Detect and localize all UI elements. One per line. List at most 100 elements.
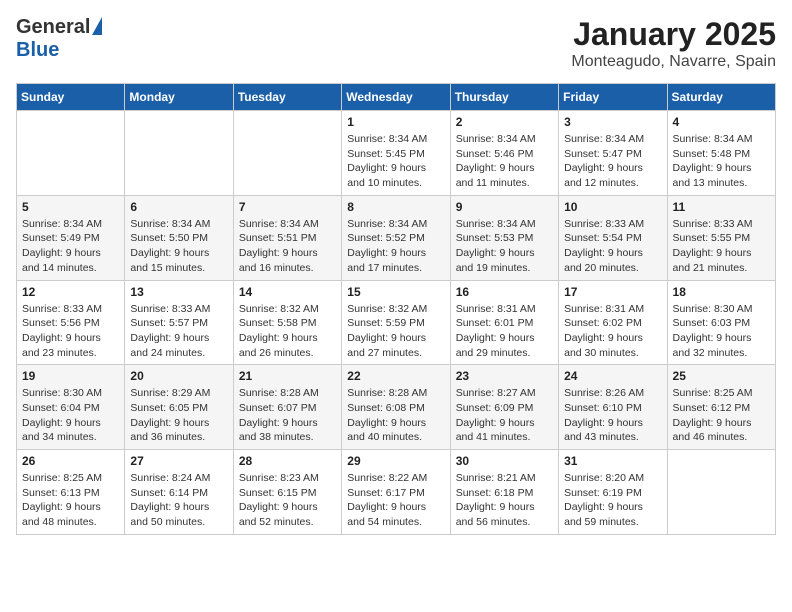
day-number: 11 — [673, 200, 770, 214]
day-info: Sunrise: 8:34 AM Sunset: 5:49 PM Dayligh… — [22, 217, 119, 276]
day-info: Sunrise: 8:30 AM Sunset: 6:03 PM Dayligh… — [673, 302, 770, 361]
day-number: 31 — [564, 454, 661, 468]
day-info: Sunrise: 8:27 AM Sunset: 6:09 PM Dayligh… — [456, 386, 553, 445]
day-info: Sunrise: 8:34 AM Sunset: 5:52 PM Dayligh… — [347, 217, 444, 276]
day-number: 2 — [456, 115, 553, 129]
day-number: 4 — [673, 115, 770, 129]
day-info: Sunrise: 8:29 AM Sunset: 6:05 PM Dayligh… — [130, 386, 227, 445]
day-number: 21 — [239, 369, 336, 383]
calendar-cell: 19 Sunrise: 8:30 AM Sunset: 6:04 PM Dayli… — [17, 365, 125, 450]
calendar-cell: 26Sunrise: 8:25 AM Sunset: 6:13 PM Dayli… — [17, 450, 125, 535]
logo-general-text: General — [16, 16, 90, 39]
page-header: General Blue January 2025 Monteagudo, Na… — [16, 16, 776, 71]
day-number: 16 — [456, 285, 553, 299]
day-info: Sunrise: 8:34 AM Sunset: 5:45 PM Dayligh… — [347, 132, 444, 191]
day-info: Sunrise: 8:33 AM Sunset: 5:54 PM Dayligh… — [564, 217, 661, 276]
calendar-cell: 22 Sunrise: 8:28 AM Sunset: 6:08 PM Dayli… — [342, 365, 450, 450]
calendar-cell: 29 Sunrise: 8:22 AM Sunset: 6:17 PM Dayli… — [342, 450, 450, 535]
calendar-table: SundayMondayTuesdayWednesdayThursdayFrid… — [16, 83, 776, 535]
day-number: 22 — [347, 369, 444, 383]
weekday-header-friday: Friday — [559, 84, 667, 111]
calendar-cell: 27 Sunrise: 8:24 AM Sunset: 6:14 PM Dayli… — [125, 450, 233, 535]
weekday-header-row: SundayMondayTuesdayWednesdayThursdayFrid… — [17, 84, 776, 111]
calendar-cell: 25Sunrise: 8:25 AM Sunset: 6:12 PM Dayli… — [667, 365, 775, 450]
calendar-cell: 10 Sunrise: 8:33 AM Sunset: 5:54 PM Dayli… — [559, 195, 667, 280]
calendar-cell: 13 Sunrise: 8:33 AM Sunset: 5:57 PM Dayli… — [125, 280, 233, 365]
day-number: 13 — [130, 285, 227, 299]
day-number: 8 — [347, 200, 444, 214]
day-info: Sunrise: 8:22 AM Sunset: 6:17 PM Dayligh… — [347, 471, 444, 530]
weekday-header-monday: Monday — [125, 84, 233, 111]
calendar-cell: 17 Sunrise: 8:31 AM Sunset: 6:02 PM Dayli… — [559, 280, 667, 365]
calendar-cell: 21 Sunrise: 8:28 AM Sunset: 6:07 PM Dayli… — [233, 365, 341, 450]
day-number: 28 — [239, 454, 336, 468]
day-number: 17 — [564, 285, 661, 299]
calendar-cell: 2 Sunrise: 8:34 AM Sunset: 5:46 PM Daylig… — [450, 111, 558, 196]
day-info: Sunrise: 8:33 AM Sunset: 5:56 PM Dayligh… — [22, 302, 119, 361]
calendar-week-row: 1 Sunrise: 8:34 AM Sunset: 5:45 PM Daylig… — [17, 111, 776, 196]
calendar-cell: 28Sunrise: 8:23 AM Sunset: 6:15 PM Dayli… — [233, 450, 341, 535]
day-info: Sunrise: 8:34 AM Sunset: 5:47 PM Dayligh… — [564, 132, 661, 191]
calendar-week-row: 26Sunrise: 8:25 AM Sunset: 6:13 PM Dayli… — [17, 450, 776, 535]
calendar-cell: 8 Sunrise: 8:34 AM Sunset: 5:52 PM Daylig… — [342, 195, 450, 280]
day-number: 6 — [130, 200, 227, 214]
title-block: January 2025 Monteagudo, Navarre, Spain — [571, 16, 776, 71]
day-info: Sunrise: 8:33 AM Sunset: 5:57 PM Dayligh… — [130, 302, 227, 361]
calendar-cell: 18Sunrise: 8:30 AM Sunset: 6:03 PM Dayli… — [667, 280, 775, 365]
day-info: Sunrise: 8:24 AM Sunset: 6:14 PM Dayligh… — [130, 471, 227, 530]
calendar-cell: 3Sunrise: 8:34 AM Sunset: 5:47 PM Daylig… — [559, 111, 667, 196]
day-info: Sunrise: 8:20 AM Sunset: 6:19 PM Dayligh… — [564, 471, 661, 530]
day-number: 19 — [22, 369, 119, 383]
calendar-cell: 24 Sunrise: 8:26 AM Sunset: 6:10 PM Dayli… — [559, 365, 667, 450]
logo-triangle-icon — [92, 17, 102, 35]
day-number: 9 — [456, 200, 553, 214]
weekday-header-tuesday: Tuesday — [233, 84, 341, 111]
location-text: Monteagudo, Navarre, Spain — [571, 53, 776, 71]
calendar-cell: 11 Sunrise: 8:33 AM Sunset: 5:55 PM Dayli… — [667, 195, 775, 280]
day-number: 29 — [347, 454, 444, 468]
day-number: 14 — [239, 285, 336, 299]
day-number: 15 — [347, 285, 444, 299]
day-number: 30 — [456, 454, 553, 468]
calendar-cell: 16 Sunrise: 8:31 AM Sunset: 6:01 PM Dayli… — [450, 280, 558, 365]
calendar-cell — [125, 111, 233, 196]
day-info: Sunrise: 8:31 AM Sunset: 6:01 PM Dayligh… — [456, 302, 553, 361]
day-number: 7 — [239, 200, 336, 214]
day-number: 1 — [347, 115, 444, 129]
calendar-cell: 5Sunrise: 8:34 AM Sunset: 5:49 PM Daylig… — [17, 195, 125, 280]
day-info: Sunrise: 8:33 AM Sunset: 5:55 PM Dayligh… — [673, 217, 770, 276]
calendar-cell: 4 Sunrise: 8:34 AM Sunset: 5:48 PM Daylig… — [667, 111, 775, 196]
day-info: Sunrise: 8:34 AM Sunset: 5:50 PM Dayligh… — [130, 217, 227, 276]
calendar-cell: 14 Sunrise: 8:32 AM Sunset: 5:58 PM Dayli… — [233, 280, 341, 365]
day-info: Sunrise: 8:34 AM Sunset: 5:51 PM Dayligh… — [239, 217, 336, 276]
calendar-week-row: 19 Sunrise: 8:30 AM Sunset: 6:04 PM Dayli… — [17, 365, 776, 450]
month-title: January 2025 — [571, 16, 776, 53]
weekday-header-thursday: Thursday — [450, 84, 558, 111]
day-info: Sunrise: 8:34 AM Sunset: 5:48 PM Dayligh… — [673, 132, 770, 191]
calendar-cell: 12 Sunrise: 8:33 AM Sunset: 5:56 PM Dayli… — [17, 280, 125, 365]
day-info: Sunrise: 8:28 AM Sunset: 6:07 PM Dayligh… — [239, 386, 336, 445]
day-number: 12 — [22, 285, 119, 299]
calendar-cell — [233, 111, 341, 196]
calendar-cell: 15 Sunrise: 8:32 AM Sunset: 5:59 PM Dayli… — [342, 280, 450, 365]
day-info: Sunrise: 8:31 AM Sunset: 6:02 PM Dayligh… — [564, 302, 661, 361]
weekday-header-wednesday: Wednesday — [342, 84, 450, 111]
day-number: 24 — [564, 369, 661, 383]
day-info: Sunrise: 8:28 AM Sunset: 6:08 PM Dayligh… — [347, 386, 444, 445]
calendar-cell: 7 Sunrise: 8:34 AM Sunset: 5:51 PM Daylig… — [233, 195, 341, 280]
day-info: Sunrise: 8:32 AM Sunset: 5:58 PM Dayligh… — [239, 302, 336, 361]
day-number: 26 — [22, 454, 119, 468]
calendar-cell: 23Sunrise: 8:27 AM Sunset: 6:09 PM Dayli… — [450, 365, 558, 450]
day-info: Sunrise: 8:30 AM Sunset: 6:04 PM Dayligh… — [22, 386, 119, 445]
calendar-cell: 6 Sunrise: 8:34 AM Sunset: 5:50 PM Daylig… — [125, 195, 233, 280]
calendar-cell: 1 Sunrise: 8:34 AM Sunset: 5:45 PM Daylig… — [342, 111, 450, 196]
weekday-header-sunday: Sunday — [17, 84, 125, 111]
calendar-week-row: 5Sunrise: 8:34 AM Sunset: 5:49 PM Daylig… — [17, 195, 776, 280]
day-info: Sunrise: 8:32 AM Sunset: 5:59 PM Dayligh… — [347, 302, 444, 361]
day-info: Sunrise: 8:26 AM Sunset: 6:10 PM Dayligh… — [564, 386, 661, 445]
day-info: Sunrise: 8:34 AM Sunset: 5:46 PM Dayligh… — [456, 132, 553, 191]
logo: General Blue — [16, 16, 102, 62]
day-number: 27 — [130, 454, 227, 468]
calendar-week-row: 12 Sunrise: 8:33 AM Sunset: 5:56 PM Dayli… — [17, 280, 776, 365]
day-number: 10 — [564, 200, 661, 214]
